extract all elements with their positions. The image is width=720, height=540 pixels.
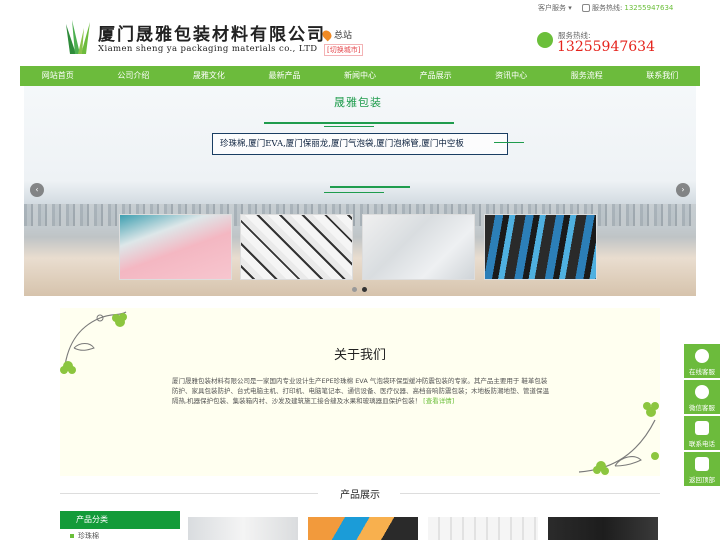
product-thumbnail[interactable] xyxy=(308,517,418,540)
about-text: 厦门晟雅包装材料有限公司是一家国内专业设计生产EPE珍珠棉 EVA 气泡袋环保型… xyxy=(172,376,550,406)
product-thumbnail[interactable] xyxy=(548,517,658,540)
hero-banner: 晟雅包装 珍珠棉,厦门EVA,厦门保丽龙,厦门气泡袋,厦门泡棉管,厦门中空板 ‹… xyxy=(24,86,696,296)
banner-product-image xyxy=(119,214,232,280)
top-hotline-number: 13255947634 xyxy=(624,4,674,12)
back-to-top-button[interactable]: 返回顶部 xyxy=(684,452,720,486)
nav-products[interactable]: 产品展示 xyxy=(398,66,474,86)
city-name: 总站 xyxy=(334,31,353,41)
online-service-button[interactable]: 在线客服 xyxy=(684,344,720,378)
banner-decor-line xyxy=(330,186,410,188)
about-body: 厦门晟雅包装材料有限公司是一家国内专业设计生产EPE珍珠棉 EVA 气泡袋环保型… xyxy=(172,377,549,405)
slide-dot[interactable] xyxy=(352,287,357,292)
section-divider xyxy=(400,493,660,494)
side-label: 微信客服 xyxy=(689,404,715,412)
contact-phone-button[interactable]: 联系电话 xyxy=(684,416,720,450)
about-title: 关于我们 xyxy=(333,348,386,363)
phone-circle-icon xyxy=(537,32,553,48)
nav-home[interactable]: 网站首页 xyxy=(20,66,96,86)
banner-decor-line xyxy=(324,126,374,127)
top-hotline: 服务热线: 13255947634 xyxy=(582,3,673,13)
nav-news[interactable]: 新闻中心 xyxy=(322,66,398,86)
company-name-cn: 厦门晟雅包装材料有限公司 xyxy=(98,25,326,45)
nav-info[interactable]: 资讯中心 xyxy=(473,66,549,86)
wechat-icon xyxy=(695,385,709,399)
product-thumbnail[interactable] xyxy=(428,517,538,540)
side-label: 在线客服 xyxy=(689,368,715,376)
leaf-logo-icon[interactable] xyxy=(62,18,94,56)
company-name-en: Xiamen sheng ya packaging materials co.,… xyxy=(98,44,318,54)
main-nav: 网站首页 公司介绍 晟雅文化 最新产品 新闻中心 产品展示 资讯中心 服务流程 … xyxy=(20,66,700,86)
phone-icon xyxy=(695,421,709,435)
nav-service[interactable]: 服务流程 xyxy=(549,66,625,86)
category-label: 珍珠棉 xyxy=(78,532,99,540)
slide-dot-active[interactable] xyxy=(362,287,367,292)
banner-prev-button[interactable]: ‹ xyxy=(30,183,44,197)
phone-icon xyxy=(582,4,590,12)
banner-next-button[interactable]: › xyxy=(676,183,690,197)
banner-brand: 晟雅包装 xyxy=(334,96,382,109)
category-item[interactable]: 珍珠棉 xyxy=(70,531,99,540)
nav-new-products[interactable]: 最新产品 xyxy=(247,66,323,86)
site-header: 厦门晟雅包装材料有限公司 Xiamen sheng ya packaging m… xyxy=(0,14,720,66)
vine-decoration-icon xyxy=(60,311,127,375)
banner-decor-line xyxy=(494,142,524,143)
side-label: 返回顶部 xyxy=(689,476,715,484)
hotline-number: 13255947634 xyxy=(557,39,655,55)
banner-product-image xyxy=(240,214,353,280)
top-hotline-label: 服务热线: xyxy=(592,4,623,12)
qq-icon xyxy=(695,349,709,363)
arrow-up-icon xyxy=(695,457,709,471)
banner-decor-line xyxy=(324,192,384,193)
banner-decor-line xyxy=(264,122,454,124)
city-selector: 总站 xyxy=(320,28,353,41)
banner-product-image xyxy=(362,214,475,280)
switch-city-link[interactable]: [切换城市] xyxy=(324,44,364,56)
about-more-link[interactable]: [查看详情] xyxy=(423,397,454,405)
side-label: 联系电话 xyxy=(689,440,715,448)
nav-culture[interactable]: 晟雅文化 xyxy=(171,66,247,86)
side-float-bar: 在线客服 微信客服 联系电话 返回顶部 xyxy=(684,344,720,488)
product-thumbnail[interactable] xyxy=(188,517,298,540)
category-header: 产品分类 xyxy=(60,511,180,529)
nav-contact[interactable]: 联系我们 xyxy=(625,66,701,86)
banner-tagline: 珍珠棉,厦门EVA,厦门保丽龙,厦门气泡袋,厦门泡棉管,厦门中空板 xyxy=(220,139,464,149)
top-strip: 客户服务 ▾ 服务热线: 13255947634 xyxy=(0,0,720,14)
customer-service-menu[interactable]: 客户服务 ▾ xyxy=(538,3,572,13)
nav-about[interactable]: 公司介绍 xyxy=(96,66,172,86)
bullet-icon xyxy=(70,534,74,538)
about-section: 关于我们 厦门晟雅包装材料有限公司是一家国内专业设计生产EPE珍珠棉 EVA 气… xyxy=(60,308,660,476)
section-divider xyxy=(60,493,318,494)
vine-decoration-icon xyxy=(578,402,659,475)
banner-product-image xyxy=(484,214,597,280)
location-pin-icon xyxy=(320,28,334,41)
wechat-service-button[interactable]: 微信客服 xyxy=(684,380,720,414)
products-title: 产品展示 xyxy=(340,490,380,501)
